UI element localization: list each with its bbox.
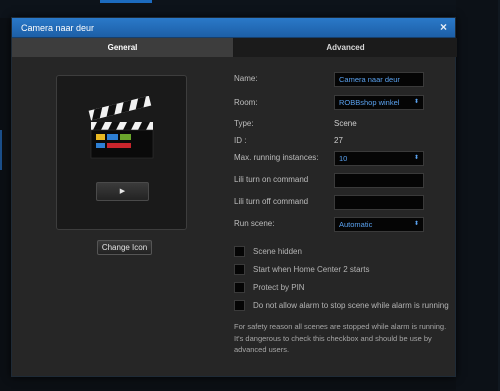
type-value: Scene — [334, 119, 357, 128]
play-scene-button[interactable]: ▶ — [96, 182, 149, 201]
max-instances-label: Max. running instances: — [234, 153, 319, 162]
safety-note: For safety reason all scenes are stopped… — [234, 322, 447, 354]
select-arrows-icon: ⬍ — [413, 99, 419, 105]
background-right-panel — [456, 0, 500, 391]
change-icon-button[interactable]: Change Icon — [97, 240, 152, 255]
background-active-tab-accent — [100, 0, 152, 3]
scene-settings-dialog: Camera naar deur × General Advanced ▶ Ch… — [11, 17, 457, 377]
select-arrows-icon: ⬍ — [413, 155, 419, 161]
run-scene-value: Automatic — [339, 220, 373, 229]
name-input[interactable]: Camera naar deur — [334, 72, 424, 87]
close-icon[interactable]: × — [437, 21, 450, 34]
lili-on-input[interactable] — [334, 173, 424, 188]
protect-by-pin-label: Protect by PIN — [253, 283, 305, 292]
tab-general[interactable]: General — [12, 38, 234, 57]
background-left-accent — [0, 130, 2, 170]
alarm-stop-label: Do not allow alarm to stop scene while a… — [253, 301, 449, 310]
scene-icon-preview: ▶ — [56, 75, 187, 230]
scene-hidden-label: Scene hidden — [253, 247, 302, 256]
tab-bar: General Advanced — [12, 38, 457, 57]
background-top-bar — [0, 0, 500, 18]
clapperboard-icon — [88, 96, 154, 159]
scene-hidden-checkbox[interactable] — [234, 246, 245, 257]
start-with-hc2-label: Start when Home Center 2 starts — [253, 265, 370, 274]
alarm-stop-checkbox[interactable] — [234, 300, 245, 311]
protect-by-pin-checkbox[interactable] — [234, 282, 245, 293]
max-instances-select[interactable]: 10 ⬍ — [334, 151, 424, 166]
name-label: Name: — [234, 74, 258, 83]
dialog-titlebar: Camera naar deur × — [12, 18, 455, 38]
id-value: 27 — [334, 136, 343, 145]
lili-on-label: Lili turn on command — [234, 175, 309, 184]
dialog-title: Camera naar deur — [21, 23, 95, 33]
type-label: Type: — [234, 119, 254, 128]
select-arrows-icon: ⬍ — [413, 221, 419, 227]
id-label: ID : — [234, 136, 247, 145]
room-select-value: ROBBshop winkel — [339, 98, 400, 107]
run-scene-select[interactable]: Automatic ⬍ — [334, 217, 424, 232]
tab-advanced[interactable]: Advanced — [234, 38, 457, 57]
max-instances-value: 10 — [339, 154, 348, 163]
lili-off-input[interactable] — [334, 195, 424, 210]
start-with-hc2-checkbox[interactable] — [234, 264, 245, 275]
run-scene-label: Run scene: — [234, 219, 275, 228]
room-label: Room: — [234, 98, 258, 107]
room-select[interactable]: ROBBshop winkel ⬍ — [334, 95, 424, 110]
lili-off-label: Lili turn off command — [234, 197, 309, 206]
